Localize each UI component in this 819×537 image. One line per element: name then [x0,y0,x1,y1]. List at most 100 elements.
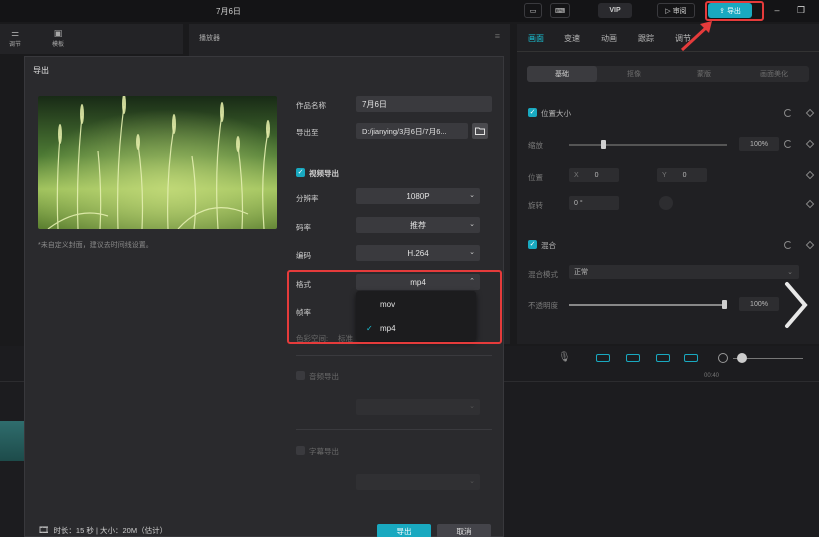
tab-animation[interactable]: 动画 [601,33,617,44]
timeline-tool-icon[interactable] [596,354,610,362]
name-input[interactable]: 7月6日 [356,96,492,112]
opacity-input[interactable]: 100% [739,297,779,311]
video-export-label: 视频导出 [309,169,339,178]
layout-button[interactable]: ▭ [524,3,542,18]
position-size-checkbox[interactable]: ✓ [528,108,537,117]
tab-speed[interactable]: 变速 [564,33,580,44]
tab-divider [517,51,819,52]
dialog-footer: 🎞 时长：15 秒 | 大小：20M（估计） 导出 取消 [25,519,505,537]
shortcut-button[interactable]: ⌨ [550,3,570,18]
microphone-icon[interactable]: 🎙 [558,352,571,363]
blend-mode-label: 混合模式 [528,270,558,279]
left-toolbar: ⚌ 调节 ▣ 模板 [0,24,183,54]
opacity-slider-handle[interactable] [722,300,727,309]
subtab-row: 基础 抠像 蒙版 画面美化 [527,66,809,82]
timeline-time-label: 00:40 [704,373,720,379]
resolution-select[interactable]: 1080P ⌄ [356,188,480,204]
scale-input[interactable]: 100% [739,137,779,151]
template-icon: ▣ [53,28,63,38]
arrow-icon [680,21,712,52]
next-arrow-icon[interactable] [781,280,811,330]
review-button[interactable]: ▷ 审阅 [657,3,695,18]
divider [296,355,492,356]
grass-image [38,96,277,229]
export-to-label: 导出至 [296,128,319,137]
restore-icon[interactable]: ❐ [795,4,807,16]
timeline-tool-icon[interactable] [626,354,640,362]
template-tab[interactable]: ▣ 模板 [47,28,69,48]
export-info: 🎞 时长：15 秒 | 大小：20M（估计） [38,525,168,535]
subtab-matting[interactable]: 抠像 [599,66,669,82]
tab-tracking[interactable]: 跟踪 [638,33,654,44]
film-icon: 🎞 [38,525,50,535]
blend-mode-select[interactable]: 正常 ⌄ [569,265,799,279]
scale-label: 缩放 [528,141,543,150]
subtab-basic[interactable]: 基础 [527,66,597,82]
cover-image[interactable] [38,96,277,229]
reset-icon[interactable] [784,109,792,117]
position-label: 位置 [528,173,543,182]
scale-keyframe-icon[interactable] [805,139,815,149]
video-export-checkbox[interactable]: ✓ [296,168,305,177]
timeline-tool-icon[interactable] [684,354,698,362]
timeline-tool-icon[interactable] [656,354,670,362]
zoom-slider-handle[interactable] [737,353,747,363]
cancel-button[interactable]: 取消 [437,524,491,537]
cover-note: *未自定义封面，建议去时间线设置。 [38,242,153,249]
scale-reset-icon[interactable] [784,140,792,148]
rotate-keyframe-icon[interactable] [805,199,815,209]
position-keyframe-icon[interactable] [805,170,815,180]
export-path-input[interactable]: D:/jianying/3月6日/7月6... [356,123,468,139]
menu-icon[interactable]: ≡ [495,31,500,41]
layout-icon: ▭ [529,7,537,15]
scale-slider[interactable] [569,144,727,146]
chevron-down-icon: ⌄ [787,269,793,276]
codec-label: 编码 [296,251,311,260]
blend-checkbox[interactable]: ✓ [528,240,537,249]
export-button[interactable]: 导出 [377,524,431,537]
audio-export-checkbox[interactable] [296,371,305,380]
position-x-input[interactable]: X 0 [569,168,619,182]
tab-picture[interactable]: 画面 [528,33,544,44]
minimize-icon[interactable]: – [771,4,783,16]
bitrate-select[interactable]: 推荐 ⌄ [356,217,480,233]
codec-select[interactable]: H.264 ⌄ [356,245,480,261]
blend-label: 混合 [541,241,556,250]
window-title: 7月6日 [216,7,241,16]
keyframe-icon[interactable] [805,108,815,118]
vip-badge[interactable]: VIP [598,3,632,18]
highlight-box [287,270,502,344]
video-clip[interactable] [0,421,24,461]
rotate-label: 旋转 [528,201,543,210]
properties-panel: 画面 变速 动画 跟踪 调节 基础 抠像 蒙版 画面美化 ✓ 位置大小 缩放 1… [517,24,819,344]
chevron-down-icon: ⌄ [469,478,475,485]
blend-reset-icon[interactable] [784,241,792,249]
opacity-label: 不透明度 [528,301,558,310]
review-icon: ▷ [665,7,671,15]
chevron-down-icon: ⌄ [469,403,475,410]
position-y-input[interactable]: Y 0 [657,168,707,182]
keyboard-icon: ⌨ [554,7,566,15]
audio-format-select[interactable]: ⌄ [356,399,480,415]
subtitle-export-label: 字幕导出 [309,447,339,456]
folder-icon [475,127,485,135]
rotate-input[interactable]: 0 ° [569,196,619,210]
chevron-down-icon: ⌄ [469,192,475,199]
position-size-label: 位置大小 [541,109,571,118]
audio-export-label: 音频导出 [309,372,339,381]
subtitle-format-select[interactable]: ⌄ [356,474,480,490]
subtitle-export-checkbox[interactable] [296,446,305,455]
bitrate-label: 码率 [296,223,311,232]
folder-button[interactable] [472,123,488,139]
subtab-mask[interactable]: 蒙版 [669,66,739,82]
blend-keyframe-icon[interactable] [805,240,815,250]
player-title: 播放器 [199,35,220,42]
subtab-beauty[interactable]: 画面美化 [739,66,809,82]
zoom-out-icon[interactable] [718,353,728,363]
scale-slider-handle[interactable] [601,140,606,149]
adjust-tab[interactable]: ⚌ 调节 [4,28,26,48]
opacity-slider[interactable] [569,304,727,306]
dialog-title: 导出 [33,66,49,75]
sliders-icon: ⚌ [10,28,20,38]
rotate-dial-icon[interactable] [659,196,673,210]
